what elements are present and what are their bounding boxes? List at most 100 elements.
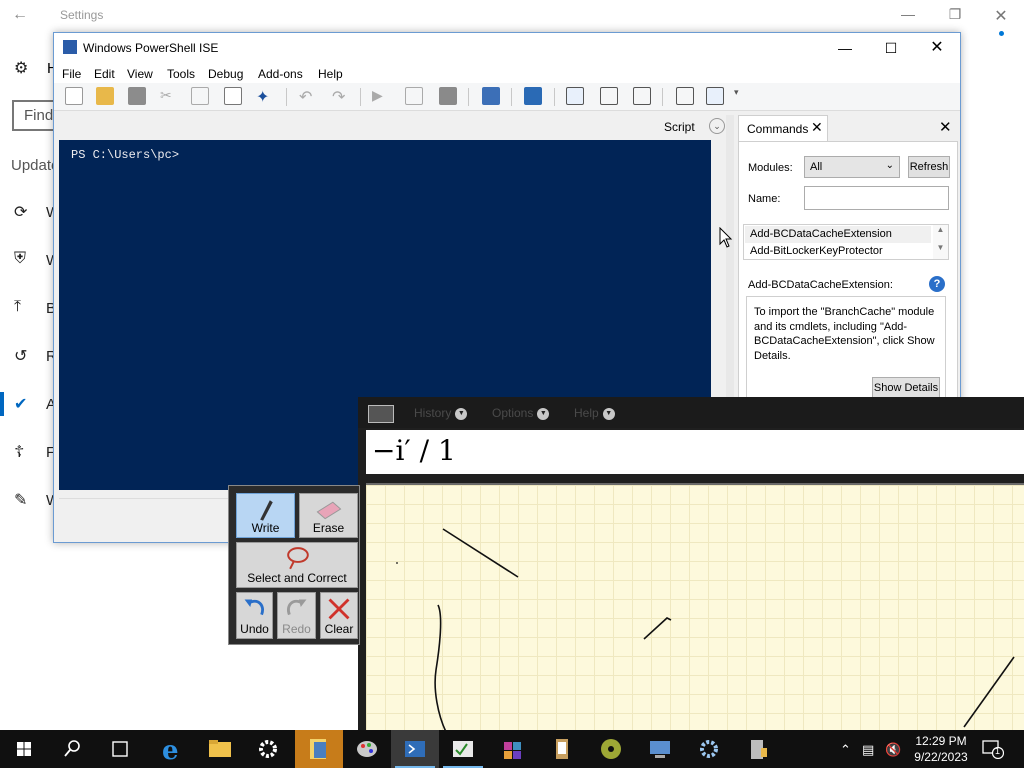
save-icon[interactable] <box>128 87 146 105</box>
close-tab-icon[interactable]: ✕ <box>811 119 823 136</box>
tray-expand-icon[interactable]: ⌃ <box>840 742 851 758</box>
recognition-preview: −i′ / 1 <box>366 430 1024 474</box>
taskbar-highlighted-app[interactable] <box>295 730 343 768</box>
taskbar-app-gear[interactable] <box>685 730 733 768</box>
back-arrow-icon[interactable]: ← <box>12 6 36 26</box>
modules-select[interactable]: All ⌄ <box>804 156 900 178</box>
document-folder-icon <box>310 739 326 759</box>
layout-max-icon[interactable] <box>633 87 651 105</box>
restore-icon[interactable]: ❐ <box>940 6 970 26</box>
script-pane-header: Script ⌄ <box>59 115 725 139</box>
search-button[interactable] <box>48 730 96 768</box>
taskbar-internet-explorer[interactable]: e <box>148 730 196 768</box>
refresh-button[interactable]: Refresh <box>908 156 950 178</box>
name-label: Name: <box>748 193 781 205</box>
run-script-icon[interactable]: ▶ <box>372 87 390 105</box>
toolbar-separator <box>360 88 361 106</box>
script-toggle-label[interactable]: Script <box>664 120 695 134</box>
remote-powershell-icon[interactable] <box>482 87 500 105</box>
show-details-button[interactable]: Show Details <box>872 377 940 399</box>
math-input-icon <box>453 741 473 757</box>
ise-close-icon[interactable]: ✕ <box>922 37 952 59</box>
layout-top-icon[interactable] <box>566 87 584 105</box>
menu-addons[interactable]: Add-ons <box>258 67 303 81</box>
taskbar-clock[interactable]: 12:29 PM 9/22/2023 <box>912 733 970 765</box>
name-input[interactable] <box>804 186 949 210</box>
menu-history[interactable]: History ▼ <box>414 406 468 420</box>
stop-icon[interactable] <box>439 87 457 105</box>
history-icon[interactable]: ↺ <box>14 346 44 370</box>
show-commands-icon[interactable] <box>706 87 724 105</box>
toolbar-overflow-icon[interactable]: ▾ <box>734 87 744 105</box>
powershell-console-icon[interactable] <box>524 87 542 105</box>
writing-canvas[interactable] <box>366 483 1024 733</box>
menu-options[interactable]: Options ▼ <box>492 406 550 420</box>
undo-icon[interactable]: ↶ <box>299 87 317 106</box>
list-scrollbar[interactable]: ▲ ▼ <box>933 225 948 259</box>
pane-splitter[interactable] <box>726 115 734 445</box>
menu-edit[interactable]: Edit <box>94 67 115 81</box>
notification-center-button[interactable]: 1 <box>982 739 1005 760</box>
task-view-button[interactable] <box>96 730 144 768</box>
gear-icon[interactable]: ⚙ <box>14 58 44 82</box>
menu-file[interactable]: File <box>62 67 81 81</box>
menu-help[interactable]: Help ▼ <box>574 406 615 420</box>
taskbar-app-server[interactable] <box>734 730 782 768</box>
paste-icon[interactable] <box>224 87 242 105</box>
find-device-icon[interactable]: ☦ <box>14 442 44 466</box>
clear-x-icon <box>328 598 350 620</box>
taskbar-paint[interactable] <box>343 730 391 768</box>
minimize-icon[interactable]: — <box>893 6 923 26</box>
taskbar-settings[interactable] <box>244 730 292 768</box>
show-script-pane-icon[interactable] <box>676 87 694 105</box>
taskbar-app-document[interactable] <box>538 730 586 768</box>
redo-button[interactable]: Redo <box>277 592 316 639</box>
developer-icon[interactable]: ✎ <box>14 490 44 514</box>
undo-button[interactable]: Undo <box>236 592 273 639</box>
taskbar-powershell-ise[interactable] <box>391 730 439 768</box>
network-icon[interactable]: ▤ <box>862 742 874 758</box>
redo-icon <box>287 599 307 616</box>
close-icon[interactable]: ✕ <box>986 6 1016 26</box>
ise-maximize-icon[interactable]: ☐ <box>876 37 906 59</box>
list-item[interactable]: Add-BCDataCacheExtension <box>745 226 931 243</box>
new-file-icon[interactable] <box>65 87 83 105</box>
taskbar-app-disc[interactable] <box>587 730 635 768</box>
menu-debug[interactable]: Debug <box>208 67 243 81</box>
help-label: Help <box>574 406 599 420</box>
backup-arrow-icon[interactable]: ⤒ <box>14 298 44 322</box>
taskbar-math-input-panel[interactable] <box>439 730 487 768</box>
volume-muted-icon[interactable]: 🔇 <box>885 742 901 758</box>
sync-icon[interactable]: ⟳ <box>14 202 44 226</box>
run-tool-icon[interactable]: ✦ <box>256 87 274 106</box>
clear-button[interactable]: Clear <box>320 592 358 639</box>
shield-icon[interactable]: ⛨ <box>14 250 44 274</box>
ise-minimize-icon[interactable]: — <box>830 37 860 59</box>
help-icon[interactable]: ? <box>929 276 945 292</box>
menu-view[interactable]: View <box>127 67 153 81</box>
chevron-down-icon[interactable]: ⌄ <box>709 118 725 134</box>
taskbar-app-blocks[interactable] <box>489 730 537 768</box>
menu-tools[interactable]: Tools <box>167 67 195 81</box>
open-folder-icon[interactable] <box>96 87 114 105</box>
layout-right-icon[interactable] <box>600 87 618 105</box>
taskbar-app-computer[interactable] <box>636 730 684 768</box>
redo-label: Redo <box>282 622 311 636</box>
taskbar-file-explorer[interactable] <box>196 730 244 768</box>
internet-explorer-icon: e <box>162 736 179 766</box>
redo-icon[interactable]: ↷ <box>332 87 350 106</box>
ise-menubar: File Edit View Tools Debug Add-ons Help <box>54 63 960 83</box>
copy-icon[interactable] <box>191 87 209 105</box>
list-item[interactable]: Add-BitLockerKeyProtector <box>745 243 931 260</box>
start-button[interactable] <box>0 730 48 768</box>
tab-commands[interactable]: Commands ✕ <box>738 115 828 141</box>
cut-icon[interactable]: ✂ <box>160 87 178 105</box>
write-button[interactable]: Write <box>236 493 295 538</box>
check-circle-icon[interactable]: ✔ <box>14 394 44 418</box>
erase-button[interactable]: Erase <box>299 493 358 538</box>
select-and-correct-button[interactable]: Select and Correct <box>236 542 358 588</box>
close-pane-icon[interactable]: ✕ <box>939 118 952 136</box>
run-selection-icon[interactable] <box>405 87 423 105</box>
ink-stroke <box>434 604 447 733</box>
menu-help[interactable]: Help <box>318 67 343 81</box>
